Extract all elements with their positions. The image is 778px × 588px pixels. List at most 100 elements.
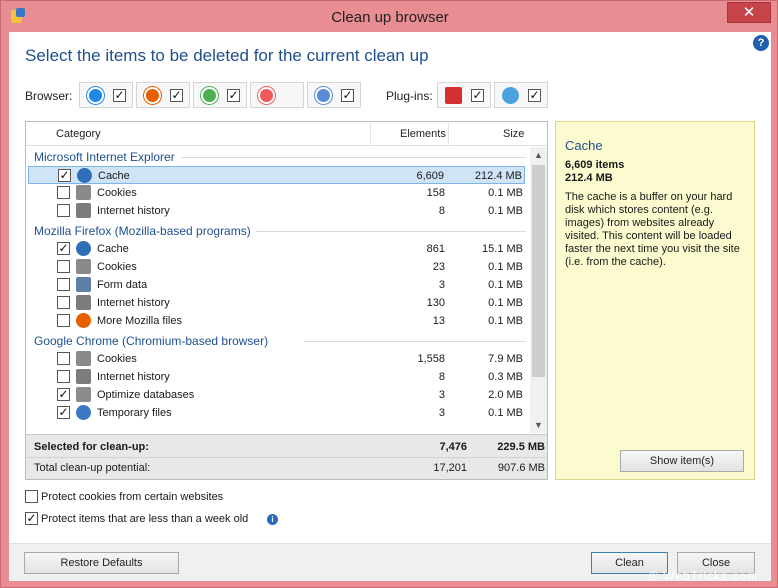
item-checkbox[interactable]: [57, 296, 70, 309]
browser-checkbox[interactable]: ✓: [341, 89, 354, 102]
list-item[interactable]: ✓ Optimize databases 3 2.0 MB: [28, 386, 525, 404]
item-checkbox[interactable]: [57, 314, 70, 327]
option-checkbox[interactable]: [25, 490, 38, 503]
item-elements: 3: [438, 389, 445, 401]
scroll-down-icon[interactable]: ▼: [530, 420, 547, 430]
window-title: Clean up browser: [331, 9, 449, 26]
temp-files-icon: [76, 405, 91, 420]
window-close-button[interactable]: ✕: [727, 2, 771, 23]
list-item[interactable]: Internet history 130 0.1 MB: [28, 294, 525, 312]
item-name: Internet history: [97, 371, 170, 383]
browser-checkbox[interactable]: ✓: [113, 89, 126, 102]
item-elements: 130: [426, 297, 445, 309]
item-size: 2.0 MB: [488, 389, 523, 401]
item-name: Optimize databases: [97, 389, 195, 401]
item-size: 0.1 MB: [488, 261, 523, 273]
title-bar[interactable]: Clean up browser ✕: [1, 1, 777, 32]
item-size: 0.1 MB: [488, 407, 523, 419]
item-name: Cache: [98, 170, 130, 182]
item-checkbox[interactable]: [57, 186, 70, 199]
scrollbar-thumb[interactable]: [532, 165, 545, 377]
total-size: 907.6 MB: [497, 462, 545, 474]
item-size: 7.9 MB: [488, 353, 523, 365]
item-checkbox[interactable]: [57, 370, 70, 383]
table-header: Category Elements Size: [26, 122, 547, 146]
watermark: © WebTrickz.com: [649, 569, 759, 583]
item-checkbox[interactable]: ✓: [57, 388, 70, 401]
history-icon: [76, 369, 91, 384]
safari-icon: [315, 87, 332, 104]
list-item[interactable]: ✓ Cache 861 15.1 MB: [28, 240, 525, 258]
item-size: 0.1 MB: [488, 187, 523, 199]
info-icon[interactable]: i: [267, 514, 278, 525]
browser-toggle-ie[interactable]: ✓: [79, 82, 133, 108]
item-size: 15.1 MB: [482, 243, 523, 255]
item-checkbox[interactable]: ✓: [57, 406, 70, 419]
option-checkbox[interactable]: ✓: [25, 512, 38, 525]
list-item[interactable]: Cookies 158 0.1 MB: [28, 184, 525, 202]
plugin-checkbox[interactable]: ✓: [471, 89, 484, 102]
list-item[interactable]: Internet history 8 0.1 MB: [28, 202, 525, 220]
item-name: Cache: [97, 243, 129, 255]
cache-icon: [77, 168, 92, 183]
browser-toggle-firefox[interactable]: ✓: [136, 82, 190, 108]
info-panel: Cache 6,609 items 212.4 MB The cache is …: [555, 121, 755, 480]
list-item[interactable]: Internet history 8 0.3 MB: [28, 368, 525, 386]
scroll-up-icon[interactable]: ▲: [530, 150, 547, 160]
cookies-icon: [76, 185, 91, 200]
item-checkbox[interactable]: [57, 260, 70, 273]
item-name: Internet history: [97, 297, 170, 309]
client-area: Select the items to be deleted for the c…: [9, 32, 771, 581]
option-label: Protect cookies from certain websites: [41, 491, 224, 503]
database-icon: [76, 387, 91, 402]
item-elements: 861: [426, 243, 445, 255]
cookies-icon: [76, 259, 91, 274]
show-items-button[interactable]: Show item(s): [620, 450, 744, 472]
cookies-icon: [76, 351, 91, 366]
page-title: Select the items to be deleted for the c…: [25, 46, 429, 65]
item-elements: 23: [432, 261, 445, 273]
list-item[interactable]: ✓ Cache 6,609 212.4 MB: [28, 166, 525, 184]
column-size[interactable]: Size: [503, 128, 524, 140]
browser-toggle-safari[interactable]: ✓: [307, 82, 361, 108]
option-protect-recent-items[interactable]: ✓ Protect items that are less than a week…: [25, 512, 285, 526]
firefox-icon: [144, 87, 161, 104]
info-description: The cache is a buffer on your hard disk …: [565, 191, 740, 268]
item-checkbox[interactable]: [57, 352, 70, 365]
browser-toggle-opera[interactable]: [250, 82, 304, 108]
history-icon: [76, 203, 91, 218]
column-category[interactable]: Category: [56, 128, 101, 140]
category-table: Category Elements Size Microsoft Interne…: [25, 121, 548, 480]
item-elements: 1,558: [417, 353, 445, 365]
option-protect-cookies[interactable]: Protect cookies from certain websites: [25, 490, 285, 504]
group-header: Microsoft Internet Explorer: [34, 150, 175, 164]
column-elements[interactable]: Elements: [400, 128, 446, 140]
info-title: Cache: [565, 138, 603, 153]
browser-checkbox[interactable]: ✓: [170, 89, 183, 102]
item-name: Internet history: [97, 205, 170, 217]
vertical-scrollbar[interactable]: ▲ ▼: [530, 147, 547, 433]
help-icon[interactable]: ?: [753, 35, 769, 51]
list-item[interactable]: ✓ Temporary files 3 0.1 MB: [28, 404, 525, 422]
item-checkbox[interactable]: ✓: [57, 242, 70, 255]
item-elements: 3: [438, 279, 445, 291]
list-item[interactable]: Cookies 23 0.1 MB: [28, 258, 525, 276]
browser-checkbox[interactable]: ✓: [227, 89, 240, 102]
browser-toggle-chrome[interactable]: ✓: [193, 82, 247, 108]
plugin-toggle-flash[interactable]: ✓: [437, 82, 491, 108]
item-checkbox[interactable]: [57, 204, 70, 217]
item-checkbox[interactable]: [57, 278, 70, 291]
list-item[interactable]: Form data 3 0.1 MB: [28, 276, 525, 294]
plugin-toggle-silverlight[interactable]: ✓: [494, 82, 548, 108]
item-size: 0.1 MB: [488, 297, 523, 309]
list-item[interactable]: Cookies 1,558 7.9 MB: [28, 350, 525, 368]
summary-footer: Selected for clean-up: 7,476 229.5 MB To…: [26, 434, 547, 479]
plugin-checkbox[interactable]: ✓: [528, 89, 541, 102]
restore-defaults-button[interactable]: Restore Defaults: [24, 552, 179, 574]
silverlight-icon: [502, 87, 519, 104]
list-item[interactable]: More Mozilla files 13 0.1 MB: [28, 312, 525, 330]
chrome-icon: [201, 87, 218, 104]
option-label: Protect items that are less than a week …: [41, 513, 249, 525]
item-checkbox[interactable]: ✓: [58, 169, 71, 182]
selected-elements: 7,476: [439, 441, 467, 453]
